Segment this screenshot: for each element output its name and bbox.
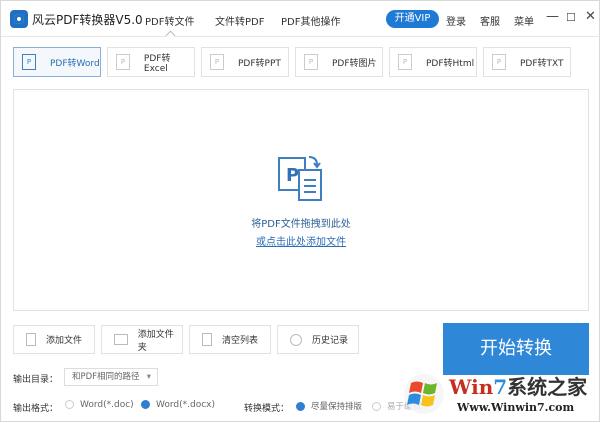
mode-keep-layout-radio[interactable]: 尽量保持排版 — [296, 400, 362, 412]
radio-icon — [372, 402, 381, 411]
watermark-logo: Win7系统之家 Www.Winwin7.com — [399, 369, 599, 423]
format-label: PDF转TXT — [520, 58, 564, 69]
pdf-convert-icon: P — [278, 156, 322, 201]
option-label: Word(*.docx) — [156, 400, 216, 410]
format-pdf-to-ppt[interactable]: P PDF转PPT — [201, 47, 289, 77]
windows-logo-icon — [404, 374, 444, 414]
maximize-button[interactable]: ☐ — [566, 11, 576, 24]
output-format-label: 输出格式： — [13, 404, 59, 414]
output-dir-select[interactable]: 和PDF相同的路径 ▾ — [64, 368, 158, 386]
svg-text:P: P — [286, 165, 299, 186]
radio-checked-icon — [296, 402, 305, 411]
html-file-icon: P — [398, 54, 412, 70]
menu-link[interactable]: 菜单 — [514, 13, 534, 28]
option-label: 尽量保持排版 — [311, 402, 363, 412]
button-label: 历史记录 — [312, 336, 349, 346]
vip-button[interactable]: 开通VIP — [386, 10, 439, 28]
format-pdf-to-excel[interactable]: P PDF转Excel — [107, 47, 195, 77]
output-dir-value: 和PDF相同的路径 — [72, 372, 140, 382]
start-convert-button[interactable]: 开始转换 — [443, 323, 589, 375]
format-label: PDF转Excel — [143, 53, 171, 74]
ppt-file-icon: P — [210, 54, 224, 70]
close-button[interactable]: ✕ — [585, 9, 596, 24]
radio-icon — [65, 400, 74, 409]
tab-file-to-pdf[interactable]: 文件转PDF — [215, 13, 264, 28]
app-title: 风云PDF转换器V5.0 — [32, 13, 143, 27]
format-pdf-to-image[interactable]: P PDF转图片 — [295, 47, 383, 77]
format-docx-radio[interactable]: Word(*.docx) — [141, 400, 215, 410]
format-label: PDF转PPT — [238, 58, 281, 69]
format-label: PDF转Word — [50, 58, 100, 69]
txt-file-icon: P — [492, 54, 506, 70]
add-file-button[interactable]: 添加文件 — [13, 325, 95, 354]
history-button[interactable]: 历史记录 — [277, 325, 359, 354]
file-icon — [26, 333, 36, 346]
format-pdf-to-txt[interactable]: P PDF转TXT — [483, 47, 571, 77]
tab-pdf-other[interactable]: PDF其他操作 — [281, 13, 340, 28]
output-dir-label: 输出目录： — [13, 375, 59, 385]
add-folder-button[interactable]: 添加文件夹 — [101, 325, 183, 354]
folder-icon — [114, 334, 128, 345]
add-file-link[interactable]: 或点击此处添加文件 — [251, 233, 351, 248]
title-bar: 风云PDF转换器V5.0 PDF转文件 文件转PDF PDF其他操作 开通VIP… — [1, 1, 600, 37]
radio-checked-icon — [141, 400, 150, 409]
trash-icon — [202, 333, 212, 346]
minimize-button[interactable]: — — [546, 9, 559, 24]
format-pdf-to-word[interactable]: P PDF转Word — [13, 47, 101, 77]
login-link[interactable]: 登录 — [446, 13, 466, 28]
excel-file-icon: P — [116, 54, 130, 70]
format-pdf-to-html[interactable]: P PDF转Html — [389, 47, 477, 77]
button-label: 清空列表 — [222, 336, 259, 346]
word-file-icon: P — [22, 54, 36, 70]
format-doc-radio[interactable]: Word(*.doc) — [65, 400, 134, 410]
dropdown-arrow-icon: ▾ — [146, 372, 151, 382]
clear-list-button[interactable]: 清空列表 — [189, 325, 271, 354]
button-label: 添加文件 — [46, 336, 83, 346]
drop-hint: 将PDF文件拖拽到此处 — [251, 219, 351, 230]
format-label: PDF转Html — [426, 58, 475, 69]
convert-mode-label: 转换模式： — [244, 404, 290, 414]
service-link[interactable]: 客服 — [480, 13, 500, 28]
format-label: PDF转图片 — [332, 58, 377, 69]
button-label: 添加文件夹 — [137, 329, 174, 353]
image-file-icon: P — [304, 54, 318, 70]
app-logo-icon — [10, 10, 28, 28]
option-label: Word(*.doc) — [80, 400, 134, 410]
clock-icon — [290, 333, 302, 346]
tab-pdf-to-file[interactable]: PDF转文件 — [145, 13, 194, 28]
